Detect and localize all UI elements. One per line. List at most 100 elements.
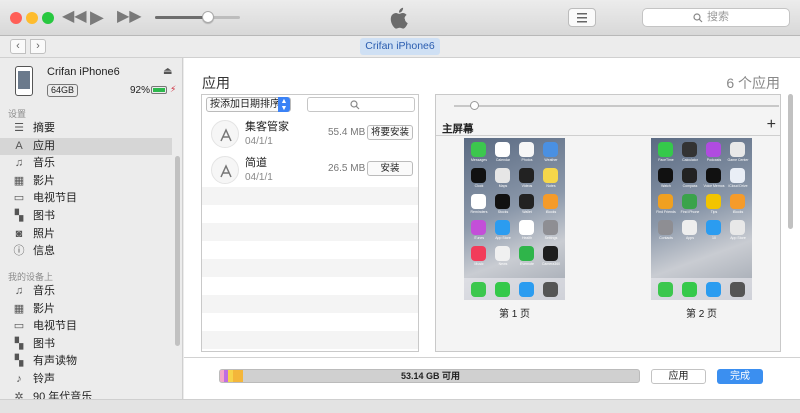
sidebar-item[interactable]: A 应用 (0, 137, 172, 155)
app-icon[interactable] (543, 220, 558, 235)
app-icon[interactable] (658, 220, 673, 235)
back-button[interactable]: ‹ (10, 39, 26, 54)
app-icon[interactable] (658, 142, 673, 157)
fast-forward-icon[interactable]: ▶▶ (117, 7, 142, 27)
app-icon[interactable] (495, 142, 510, 157)
app-icon[interactable] (658, 168, 673, 183)
app-icon-label: Tips (710, 210, 718, 214)
close-window-button[interactable] (10, 12, 22, 24)
app-icon[interactable] (495, 246, 510, 261)
install-button[interactable]: 安装 (367, 161, 413, 176)
sidebar-item[interactable]: ▦ 影片 (0, 173, 172, 190)
eject-icon[interactable]: ⏏ (163, 66, 172, 77)
done-button[interactable]: 完成 (717, 369, 763, 384)
forward-button[interactable]: › (30, 39, 46, 54)
sidebar-item[interactable]: ♫ 音乐 (0, 155, 172, 172)
app-icon[interactable] (730, 168, 745, 183)
app-icon[interactable] (519, 194, 534, 209)
app-icon[interactable] (543, 246, 558, 261)
app-icon[interactable] (682, 220, 697, 235)
settings-section-header: 设置 (8, 109, 27, 119)
sidebar-item-label: 图书 (33, 210, 55, 222)
app-icon-label: Videos (521, 184, 533, 188)
device-pill[interactable]: Crifan iPhone6 (360, 38, 440, 55)
minimize-window-button[interactable] (26, 12, 38, 24)
dock-app-icon[interactable] (682, 282, 697, 297)
app-icon[interactable] (682, 168, 697, 183)
dock-app-icon[interactable] (706, 282, 721, 297)
volume-slider[interactable] (155, 11, 240, 23)
empty-row (202, 349, 418, 351)
app-icon[interactable] (706, 194, 721, 209)
app-row[interactable]: 集客管家 04/1/1 55.4 MB 将要安装 (202, 115, 418, 151)
zoom-slider-knob[interactable] (470, 101, 480, 110)
audiobook-icon: ▚ (14, 355, 24, 368)
dock-app-icon[interactable] (543, 282, 558, 297)
app-icon[interactable] (519, 142, 534, 157)
sidebar-scrollbar[interactable] (175, 156, 180, 346)
zoom-slider[interactable] (454, 101, 779, 110)
app-icon[interactable] (471, 246, 486, 261)
dock-app-icon[interactable] (658, 282, 673, 297)
app-icon-label: App Store (495, 236, 511, 240)
app-icon[interactable] (519, 168, 534, 183)
app-icon[interactable] (730, 194, 745, 209)
app-icon[interactable] (682, 142, 697, 157)
app-icon[interactable] (471, 168, 486, 183)
search-input[interactable]: 搜索 (642, 8, 790, 27)
app-icon[interactable] (471, 194, 486, 209)
sidebar-item[interactable]: ▚ 图书 (0, 208, 172, 225)
app-store-icon (211, 156, 239, 184)
sidebar-item[interactable]: ▭ 电视节目 (0, 190, 172, 207)
app-icon[interactable] (543, 194, 558, 209)
sidebar-item[interactable]: ☰ 摘要 (0, 120, 172, 137)
app-icon-label: Compass (682, 184, 698, 188)
app-icon[interactable] (706, 220, 721, 235)
home-page-thumbnail[interactable]: FaceTime Calculator Podcasts Game Center Wat… (651, 138, 752, 300)
volume-slider-knob[interactable] (201, 11, 214, 23)
app-icon[interactable] (543, 142, 558, 157)
sidebar-item[interactable]: ▭ 电视节目 (0, 318, 172, 335)
app-icon[interactable] (495, 168, 510, 183)
add-page-icon[interactable]: + (767, 116, 776, 134)
app-icon[interactable] (658, 194, 673, 209)
dock-app-icon[interactable] (519, 282, 534, 297)
app-icon[interactable] (706, 168, 721, 183)
app-icon[interactable] (471, 220, 486, 235)
dock-app-icon[interactable] (730, 282, 745, 297)
sidebar-item[interactable]: ⓘ 信息 (0, 243, 172, 260)
zoom-window-button[interactable] (42, 12, 54, 24)
sort-dropdown[interactable]: 按添加日期排序 ▲ ▼ (206, 97, 291, 112)
sidebar-item[interactable]: ▦ 影片 (0, 301, 172, 318)
app-icon[interactable] (519, 220, 534, 235)
rewind-icon[interactable]: ◀◀ (62, 7, 87, 27)
sidebar-item[interactable]: ▚ 图书 (0, 336, 172, 353)
sidebar-item[interactable]: ♪ 铃声 (0, 371, 172, 388)
home-screen-title: 主屏幕 (442, 123, 474, 135)
app-date: 04/1/1 (245, 172, 273, 183)
sidebar-item[interactable]: ♫ 音乐 (0, 283, 172, 300)
sidebar-item[interactable]: ◙ 照片 (0, 226, 172, 243)
play-icon[interactable]: ▶ (90, 7, 104, 27)
install-button[interactable]: 将要安装 (367, 125, 413, 140)
list-view-button[interactable] (568, 8, 596, 27)
app-icon[interactable] (730, 220, 745, 235)
app-icon[interactable] (682, 194, 697, 209)
dock-app-icon[interactable] (471, 282, 486, 297)
app-icon[interactable] (519, 246, 534, 261)
app-row[interactable]: 简道 04/1/1 26.5 MB 安装 (202, 151, 418, 187)
app-icon[interactable] (471, 142, 486, 157)
gear-icon: ✲ (14, 390, 24, 399)
dock-app-icon[interactable] (495, 282, 510, 297)
home-page-thumbnail[interactable]: Messages Calendar Photos Weather Clock Maps Vi… (464, 138, 565, 300)
panel-scrollbar[interactable] (788, 94, 793, 229)
app-icon[interactable] (730, 142, 745, 157)
app-icon[interactable] (495, 194, 510, 209)
apply-button[interactable]: 应用 (651, 369, 706, 384)
app-icon[interactable] (495, 220, 510, 235)
sidebar-item[interactable]: ✲ 90 年代音乐 (0, 389, 172, 399)
app-search-input[interactable] (307, 97, 415, 112)
app-icon[interactable] (543, 168, 558, 183)
sidebar-item[interactable]: ▚ 有声读物 (0, 353, 172, 370)
app-icon[interactable] (706, 142, 721, 157)
